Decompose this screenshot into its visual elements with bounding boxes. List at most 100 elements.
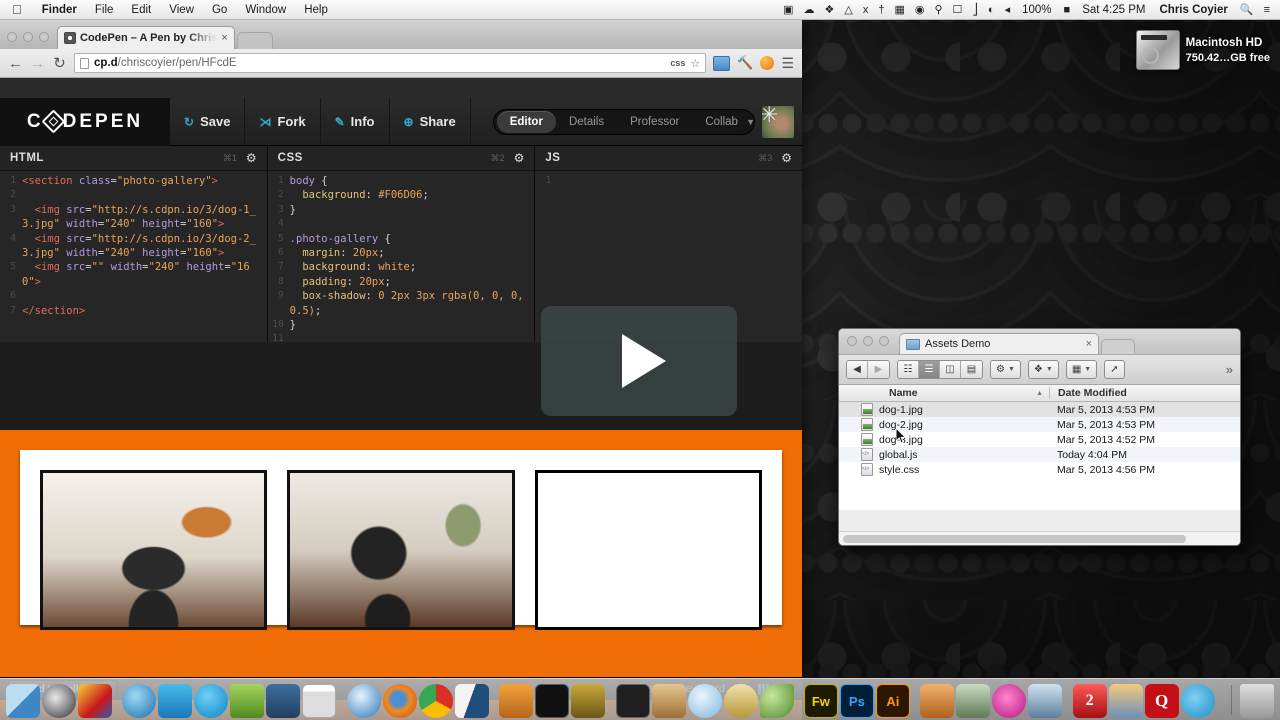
package-icon[interactable] bbox=[651, 684, 686, 718]
close-icon[interactable]: × bbox=[217, 32, 227, 44]
terminal-icon[interactable] bbox=[535, 684, 570, 718]
globe-icon[interactable] bbox=[687, 684, 722, 718]
eyedropper-extension-icon[interactable]: 🔨 bbox=[737, 55, 753, 71]
reload-icon[interactable]: ↻ bbox=[52, 56, 67, 71]
menu-user-name[interactable]: Chris Coyier bbox=[1152, 4, 1234, 16]
coverflow-view-icon[interactable]: ▤ bbox=[961, 361, 982, 378]
vlc-icon[interactable] bbox=[230, 684, 265, 718]
finder-new-tab-button[interactable] bbox=[1101, 339, 1135, 354]
trash-icon[interactable] bbox=[1240, 684, 1274, 718]
menu-help[interactable]: Help bbox=[295, 0, 337, 20]
wunderlist-icon[interactable] bbox=[266, 684, 301, 718]
calendar-icon[interactable] bbox=[302, 684, 337, 718]
menu-edit[interactable]: Edit bbox=[122, 0, 160, 20]
mamp-icon[interactable] bbox=[723, 684, 758, 718]
finder-zoom-button[interactable] bbox=[879, 336, 889, 346]
menu-window[interactable]: Window bbox=[236, 0, 295, 20]
airplay-icon[interactable]: ☐ bbox=[948, 0, 968, 20]
display-icon[interactable]: ▦ bbox=[889, 0, 909, 20]
coda-icon[interactable] bbox=[454, 684, 489, 718]
bluetooth-icon[interactable]: ⎦ bbox=[967, 0, 983, 20]
preview-icon[interactable] bbox=[1108, 684, 1143, 718]
volume-icon[interactable]: ◂ bbox=[1000, 0, 1016, 20]
tab-editor[interactable]: Editor bbox=[496, 110, 556, 133]
dropbox-icon[interactable]: ❖ bbox=[820, 0, 840, 20]
gear-icon[interactable]: ⚙ bbox=[246, 151, 257, 165]
tab-professor[interactable]: Professor bbox=[617, 111, 692, 133]
gear-action-button[interactable]: ⚙ ▼ bbox=[990, 360, 1021, 379]
apple-menu-icon[interactable]:  bbox=[0, 1, 33, 19]
address-bar[interactable]: cp.d/chriscoyier/pen/HFcdE css ☆ bbox=[74, 53, 707, 73]
plugin-icon[interactable] bbox=[615, 684, 650, 718]
chevron-down-icon[interactable]: ▼ bbox=[746, 117, 755, 127]
dagger-icon[interactable]: † bbox=[873, 0, 889, 20]
chrome-tab[interactable]: CodePen – A Pen by Chris × bbox=[57, 26, 235, 49]
codepen-logo[interactable]: C DEPEN bbox=[0, 97, 170, 146]
list-view-icon[interactable]: ☰ bbox=[919, 361, 940, 378]
table-row[interactable]: dog-1.jpg Mar 5, 2013 4:53 PM bbox=[839, 402, 1240, 417]
scrollbar-thumb[interactable] bbox=[843, 535, 1186, 543]
fork-button[interactable]: ⋊ Fork bbox=[245, 97, 321, 146]
close-icon[interactable]: × bbox=[1086, 338, 1092, 350]
finder-close-button[interactable] bbox=[847, 336, 857, 346]
menu-go[interactable]: Go bbox=[203, 0, 236, 20]
column-header-date[interactable]: Date Modified bbox=[1049, 387, 1240, 399]
user-menu[interactable]: ▼ bbox=[746, 105, 794, 138]
forward-arrow-icon[interactable]: ▶ bbox=[868, 361, 889, 378]
chrome-icon[interactable] bbox=[418, 684, 453, 718]
tv-icon[interactable]: x bbox=[858, 0, 874, 20]
table-row[interactable]: global.js Today 4:04 PM bbox=[839, 447, 1240, 462]
sublime-text-icon[interactable] bbox=[499, 684, 534, 718]
info-button[interactable]: ✎ Info bbox=[321, 97, 390, 146]
video-icon[interactable] bbox=[1028, 684, 1063, 718]
safari-icon[interactable] bbox=[346, 684, 381, 718]
icon-view-icon[interactable]: ☷ bbox=[898, 361, 919, 378]
gear-icon[interactable]: ⚙ bbox=[514, 151, 525, 165]
back-arrow-icon[interactable]: ◀ bbox=[847, 361, 868, 378]
photoshop-icon[interactable]: Ps bbox=[839, 684, 874, 718]
share-button[interactable]: ⊕ Share bbox=[390, 97, 471, 146]
arrange-action-button[interactable]: ▦ ▼ bbox=[1065, 360, 1098, 379]
screenflow-icon[interactable] bbox=[956, 684, 991, 718]
tab-collab[interactable]: Collab bbox=[692, 111, 751, 133]
menu-file[interactable]: File bbox=[86, 0, 123, 20]
fireworks-icon[interactable]: Fw bbox=[803, 684, 838, 718]
dropbox-action-button[interactable]: ❖ ▼ bbox=[1027, 360, 1059, 379]
itunes-icon[interactable] bbox=[122, 684, 157, 718]
google-drive-icon[interactable]: △ bbox=[839, 0, 857, 20]
omnibox-css-badge[interactable]: css bbox=[670, 58, 685, 68]
chrome-menu-icon[interactable]: ☰ bbox=[781, 55, 794, 72]
transmit-icon[interactable] bbox=[571, 684, 606, 718]
skype-icon[interactable] bbox=[194, 684, 229, 718]
leaf-icon[interactable] bbox=[759, 684, 794, 718]
quicktime-icon[interactable]: Q bbox=[1144, 684, 1179, 718]
mail-download-icon[interactable] bbox=[920, 684, 955, 718]
gear-icon[interactable]: ⚙ bbox=[781, 151, 792, 165]
finder-horizontal-scrollbar[interactable] bbox=[839, 531, 1240, 545]
pumpkin-extension-icon[interactable] bbox=[760, 56, 775, 70]
screen-recording-icon[interactable]: ▣ bbox=[778, 0, 798, 20]
finder-icon[interactable] bbox=[6, 684, 40, 718]
notification-center-icon[interactable]: ≡ bbox=[1259, 0, 1275, 20]
finder-minimize-button[interactable] bbox=[863, 336, 873, 346]
screenshot-extension-icon[interactable] bbox=[713, 55, 731, 71]
column-view-icon[interactable]: ◫ bbox=[940, 361, 961, 378]
menu-clock[interactable]: Sat 4:25 PM bbox=[1075, 4, 1152, 16]
minimize-window-button[interactable] bbox=[23, 32, 33, 42]
menu-finder[interactable]: Finder bbox=[33, 0, 86, 20]
finder-tab[interactable]: Assets Demo × bbox=[899, 333, 1099, 354]
html-editor-code[interactable]: 1 <section class="photo-gallery"> 2 3 <img… bbox=[0, 171, 267, 342]
cloud-icon[interactable]: ☁ bbox=[799, 0, 820, 20]
video-play-button[interactable] bbox=[541, 306, 737, 416]
heart-icon[interactable] bbox=[992, 684, 1027, 718]
twitter-icon[interactable] bbox=[1180, 684, 1215, 718]
share-action-button[interactable]: ➚ bbox=[1104, 360, 1125, 379]
time-machine-icon[interactable]: ◉ bbox=[910, 0, 930, 20]
table-row[interactable]: dog-3.jpg Mar 5, 2013 4:52 PM bbox=[839, 432, 1240, 447]
bookmark-star-icon[interactable]: ☆ bbox=[690, 57, 700, 70]
zoom-window-button[interactable] bbox=[39, 32, 49, 42]
macintosh-hd-desktop-icon[interactable]: Macintosh HD 750.42…GB free bbox=[1135, 30, 1270, 70]
close-window-button[interactable] bbox=[7, 32, 17, 42]
back-arrow-icon[interactable]: ← bbox=[8, 56, 23, 71]
table-row[interactable]: style.css Mar 5, 2013 4:56 PM bbox=[839, 462, 1240, 477]
